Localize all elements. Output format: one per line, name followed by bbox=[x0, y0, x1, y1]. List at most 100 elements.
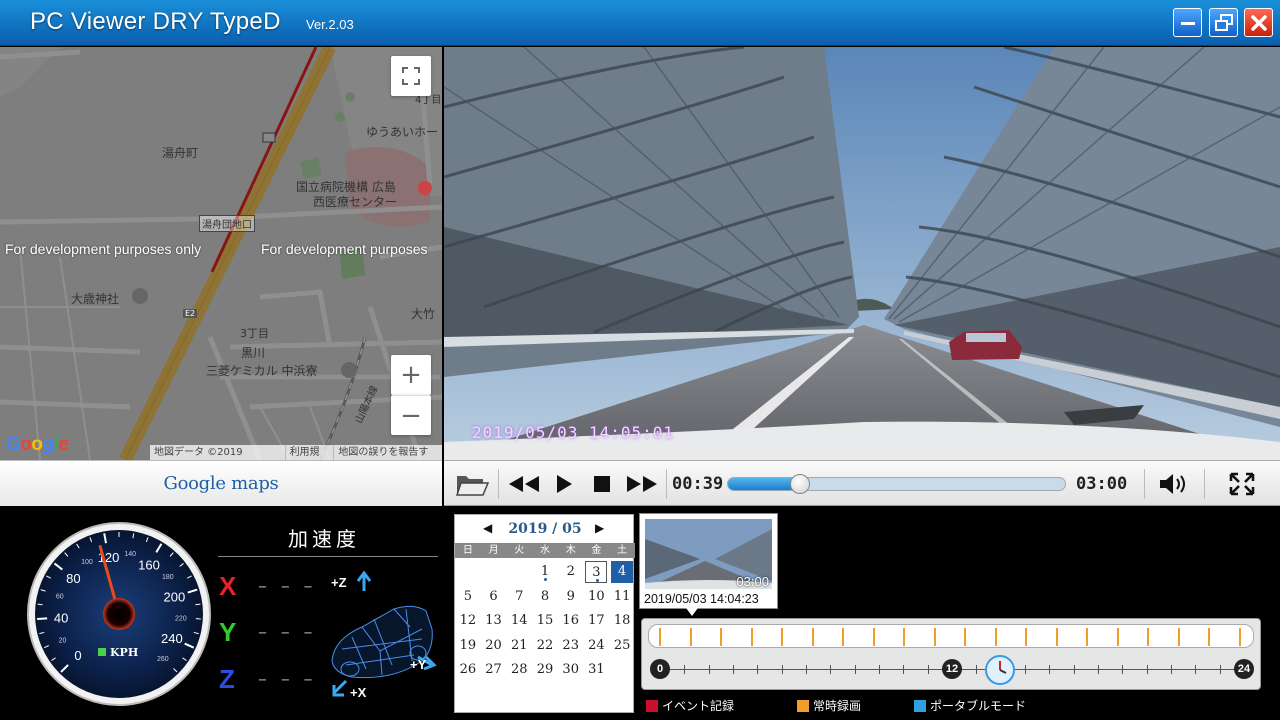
map-report-link[interactable]: 地図の誤りを報告する bbox=[333, 445, 442, 460]
open-folder-button[interactable] bbox=[454, 461, 490, 507]
map-view[interactable]: 湯舟町 湯舟団地口 国立病院機構 広島 西医療センター ゆうあいホー 大歳神社 … bbox=[0, 47, 442, 460]
calendar-day[interactable]: 24 bbox=[585, 635, 607, 657]
thumbnail-image: 03:00 bbox=[645, 519, 772, 589]
timeline-recording-mark[interactable] bbox=[1025, 628, 1027, 646]
timeline-recording-mark[interactable] bbox=[1208, 628, 1210, 646]
speedometer-minor-label: 60 bbox=[56, 594, 64, 601]
timeline-recording-mark[interactable] bbox=[1238, 628, 1241, 646]
calendar-day[interactable]: 7 bbox=[508, 586, 530, 608]
timeline-hour-tick bbox=[806, 665, 807, 674]
volume-button[interactable] bbox=[1152, 461, 1196, 507]
legend-portable: ポータブルモード bbox=[914, 697, 1026, 714]
rewind-button[interactable] bbox=[506, 461, 542, 507]
timeline-recording-mark[interactable] bbox=[1177, 628, 1180, 646]
video-view[interactable]: 2019/05/03 14:05:01 bbox=[444, 47, 1280, 460]
calendar-day[interactable]: 26 bbox=[457, 659, 479, 681]
calendar-day[interactable]: 19 bbox=[457, 635, 479, 657]
axis-x-letter: X bbox=[219, 571, 237, 601]
timeline-recording-mark[interactable] bbox=[1116, 628, 1119, 646]
calendar-day[interactable]: 3 bbox=[585, 561, 608, 583]
calendar-day[interactable]: 14 bbox=[508, 610, 530, 632]
calendar-weekday: 木 bbox=[565, 545, 576, 556]
timeline-recording-mark[interactable] bbox=[1055, 628, 1058, 646]
restore-button[interactable] bbox=[1209, 8, 1238, 37]
timeline-recording-mark[interactable] bbox=[903, 628, 905, 646]
seek-bar[interactable] bbox=[727, 477, 1066, 491]
seek-handle[interactable] bbox=[790, 474, 811, 494]
timeline-recording-mark[interactable] bbox=[659, 628, 661, 646]
calendar-day[interactable]: 8 bbox=[534, 586, 556, 608]
calendar-day[interactable]: 16 bbox=[560, 610, 582, 632]
calendar-day[interactable]: 17 bbox=[585, 610, 607, 632]
timeline-recording-mark[interactable] bbox=[994, 628, 997, 646]
calendar-day[interactable]: 22 bbox=[534, 635, 556, 657]
calendar-day[interactable]: 29 bbox=[534, 659, 556, 681]
speedometer-major-label: 160 bbox=[138, 557, 160, 572]
calendar-day[interactable]: 12 bbox=[457, 610, 479, 632]
calendar-day[interactable]: 6 bbox=[483, 586, 505, 608]
timeline-recording-mark[interactable] bbox=[933, 628, 936, 646]
calendar-day[interactable]: 20 bbox=[483, 635, 505, 657]
timeline-hour-tick bbox=[1098, 665, 1099, 674]
minimize-button[interactable] bbox=[1173, 8, 1202, 37]
calendar-day[interactable]: 28 bbox=[508, 659, 530, 681]
recording-thumbnail[interactable]: 03:00 2019/05/03 14:04:23 bbox=[639, 513, 778, 609]
video-timestamp: 2019/05/03 14:05:01 bbox=[472, 423, 675, 442]
calendar-day[interactable]: 1 bbox=[534, 561, 556, 583]
timeline-recording-mark[interactable] bbox=[1086, 628, 1088, 646]
timeline-recording-mark[interactable] bbox=[720, 628, 722, 646]
map-zoom-out-button[interactable]: − bbox=[391, 395, 431, 435]
calendar-day[interactable]: 5 bbox=[457, 586, 479, 608]
fast-forward-button[interactable] bbox=[624, 461, 660, 507]
calendar-day[interactable]: 10 bbox=[585, 586, 607, 608]
calendar-record-dot bbox=[544, 578, 547, 581]
map-zoom-in-button[interactable]: + bbox=[391, 355, 431, 395]
timeline-hour-tick bbox=[1073, 665, 1075, 674]
map-label-shrine: 大歳神社 bbox=[71, 292, 120, 306]
timeline-recording-mark[interactable] bbox=[811, 628, 814, 646]
calendar-next-month-button[interactable]: ▶ bbox=[595, 521, 604, 535]
calendar-day[interactable]: 4 bbox=[611, 561, 634, 583]
speedometer-minor-label: 140 bbox=[124, 551, 136, 558]
timeline-recording-mark[interactable] bbox=[689, 628, 692, 646]
timeline-recording-mark[interactable] bbox=[964, 628, 966, 646]
accel-divider bbox=[218, 556, 438, 557]
timeline-recording-mark[interactable] bbox=[750, 628, 753, 646]
timeline-hour-tick bbox=[1146, 665, 1148, 674]
legend-label-continuous: 常時録画 bbox=[813, 699, 862, 713]
calendar-weekday: 月 bbox=[488, 545, 499, 556]
calendar-day[interactable]: 21 bbox=[508, 635, 530, 657]
map-label-yuai: ゆうあいホー bbox=[366, 125, 439, 139]
map-credit-data: 地図データ ©2019 Google bbox=[154, 447, 243, 458]
timeline-track[interactable] bbox=[648, 624, 1254, 648]
timeline[interactable]: 0 12 24 bbox=[641, 618, 1261, 690]
calendar-day[interactable]: 2 bbox=[560, 561, 582, 583]
timeline-recording-mark[interactable] bbox=[1147, 628, 1149, 646]
map-fullscreen-button[interactable] bbox=[391, 56, 431, 96]
fullscreen-button[interactable] bbox=[1220, 461, 1264, 507]
timeline-recording-mark[interactable] bbox=[842, 628, 844, 646]
calendar-day[interactable]: 25 bbox=[611, 635, 633, 657]
map-label-hospital-2: 西医療センター bbox=[313, 195, 398, 209]
close-button[interactable] bbox=[1244, 8, 1273, 37]
play-button[interactable] bbox=[550, 461, 578, 507]
timeline-hour-tick bbox=[1025, 665, 1026, 674]
timeline-hour-tick bbox=[854, 665, 856, 674]
timeline-recording-mark[interactable] bbox=[872, 628, 875, 646]
calendar-day[interactable]: 15 bbox=[534, 610, 556, 632]
timeline-clock-icon[interactable] bbox=[984, 655, 1015, 685]
calendar-day[interactable]: 13 bbox=[483, 610, 505, 632]
stop-button[interactable] bbox=[588, 461, 616, 507]
calendar-day[interactable]: 27 bbox=[483, 659, 505, 681]
timeline-hour-tick bbox=[830, 665, 832, 674]
timeline-recording-mark[interactable] bbox=[781, 628, 783, 646]
calendar-day[interactable]: 18 bbox=[611, 610, 633, 632]
calendar-day[interactable]: 30 bbox=[560, 659, 582, 681]
calendar-day[interactable]: 23 bbox=[560, 635, 582, 657]
calendar-day[interactable]: 31 bbox=[585, 659, 607, 681]
calendar-day[interactable]: 11 bbox=[611, 586, 633, 608]
map-terms-link[interactable]: 利用規約 bbox=[284, 445, 334, 460]
calendar: ◀ 2019 / 05 ▶ 日月火水木金土 1 2 3 4 5 6 7 8 9 10 11 12 13 1… bbox=[454, 514, 635, 713]
calendar-day[interactable]: 9 bbox=[560, 586, 582, 608]
speedometer-major-label: 240 bbox=[161, 631, 183, 646]
